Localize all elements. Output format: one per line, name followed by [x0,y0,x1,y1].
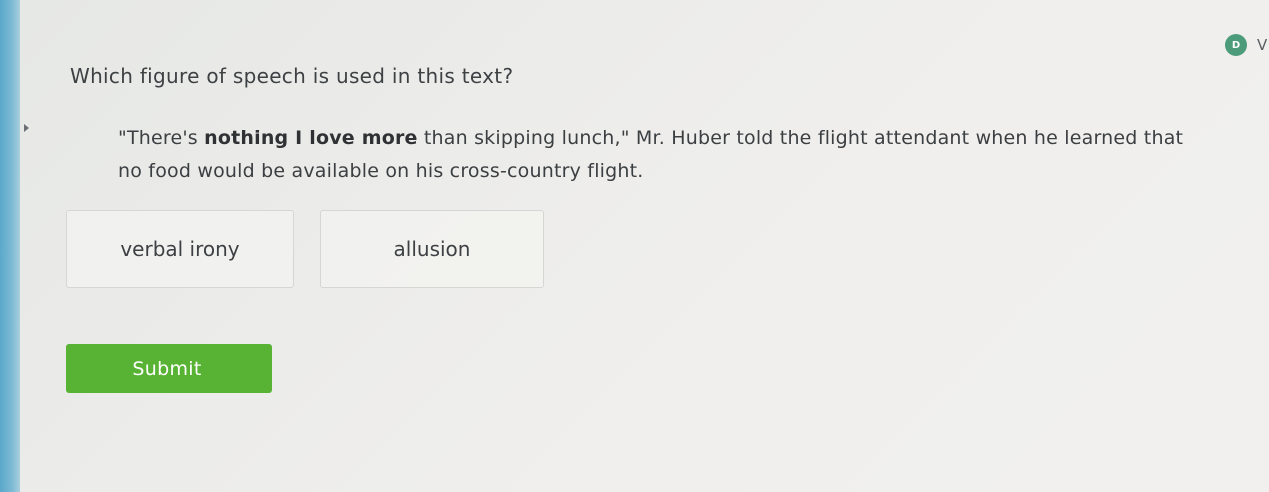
passage-bold-phrase: nothing I love more [204,127,418,149]
top-right-controls: D V [1225,34,1269,56]
passage-before-bold: "There's [118,127,205,149]
arrow-marker-icon [24,124,29,132]
choice-label: verbal irony [120,237,240,261]
d-badge-icon[interactable]: D [1225,34,1247,56]
submit-button[interactable]: Submit [66,344,272,393]
left-sidebar-strip [0,0,20,492]
choice-verbal-irony[interactable]: verbal irony [66,210,294,288]
question-prompt: Which figure of speech is used in this t… [70,64,514,88]
choice-label: allusion [393,237,471,261]
choice-allusion[interactable]: allusion [320,210,544,288]
cutoff-label: V [1257,36,1268,54]
passage-text: "There's nothing I love more than skippi… [118,122,1198,188]
